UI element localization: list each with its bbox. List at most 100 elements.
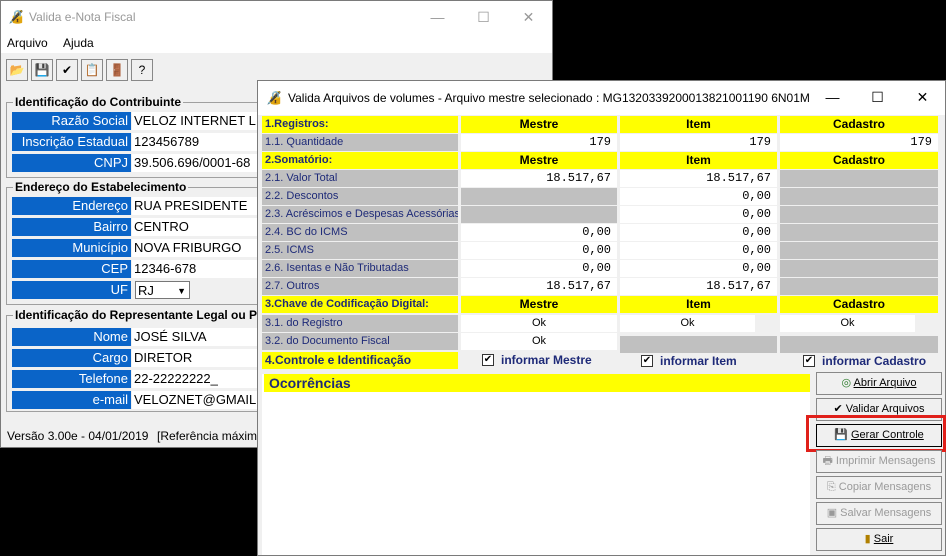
informar-cadastro-label: informar Cadastro [822,354,927,368]
sum-label: 2.6. Isentas e Não Tributadas [262,260,458,277]
imprimir-mensagens-button[interactable]: 🖶 Imprimir Mensagens [816,450,942,473]
bairro-label: Bairro [12,218,131,236]
sum-cadastro-empty [780,188,938,205]
endereco-label: Endereço [12,197,131,215]
menu-arquivo[interactable]: Arquivo [7,36,48,50]
sec2-cadastro-header: Cadastro [780,152,938,169]
nome-label: Nome [12,328,131,346]
copiar-mensagens-button[interactable]: ⎘ Copiar Mensagens [816,476,942,499]
group-label: Identificação do Representante Legal ou … [13,308,260,322]
sec2-title: 2.Somatório: [262,152,458,169]
informar-item-label: informar Item [660,354,737,368]
main-titlebar: 🔏 Valida e-Nota Fiscal — ☐ ✕ [1,1,552,33]
ie-label: Inscrição Estadual [12,133,131,151]
sum-mestre: 0,00 [461,260,617,277]
docfiscal-mestre: Ok [461,333,617,350]
sum-label: 2.4. BC do ICMS [262,224,458,241]
uf-select[interactable]: RJ ▼ [135,281,190,299]
sum-label: 2.2. Descontos [262,188,458,205]
abrir-arquivo-label: Abrir Arquivo [853,377,917,389]
qtd-item: 179 [620,134,777,151]
sum-item: 0,00 [620,188,777,205]
menubar: Arquivo Ajuda [1,33,552,53]
docfiscal-cadastro-empty [780,336,938,353]
sum-cadastro-empty [780,224,938,241]
cep-label: CEP [12,260,131,278]
registro-item: Ok [620,315,755,332]
save-icon: ▣ [826,507,838,519]
close-icon[interactable]: ✕ [506,1,551,33]
sum-cadastro-empty [780,206,938,223]
maximize-icon[interactable]: ☐ [855,81,900,113]
sum-label: 2.5. ICMS [262,242,458,259]
uf-label: UF [12,281,131,299]
sec4-title: 4.Controle e Identificação [262,352,458,369]
sum-mestre [461,206,617,223]
razao-label: Razão Social [12,112,131,130]
sum-mestre: 18.517,67 [461,278,617,295]
informar-mestre-checkbox[interactable]: ✔ [482,354,494,366]
copy-icon[interactable]: 📋 [81,59,103,81]
save-icon[interactable]: 💾 [31,59,53,81]
qtd-mestre: 179 [461,134,617,151]
dialog-title: Valida Arquivos de volumes - Arquivo mes… [288,91,810,105]
abrir-arquivo-button[interactable]: ◎ Abrir Arquivo [816,372,942,395]
menu-ajuda[interactable]: Ajuda [63,36,94,50]
sum-item: 18.517,67 [620,170,777,187]
check-icon: ✔ [833,403,843,415]
registro-label: 3.1. do Registro [262,315,458,332]
sum-label: 2.7. Outros [262,278,458,295]
group-label: Endereço do Estabelecimento [13,180,189,194]
copy-icon: ⎘ [826,481,836,493]
sair-label: Sair [873,533,894,545]
sec3-item-header: Item [620,296,777,313]
open-icon[interactable]: 📂 [6,59,28,81]
maximize-icon[interactable]: ☐ [461,1,506,33]
exit-icon[interactable]: 🚪 [106,59,128,81]
sec1-cadastro-header: Cadastro [780,116,938,133]
minimize-icon[interactable]: — [810,81,855,113]
disc-icon: ◎ [841,377,852,389]
sum-mestre: 18.517,67 [461,170,617,187]
sec1-item-header: Item [620,116,777,133]
sum-item: 0,00 [620,260,777,277]
uf-value: RJ [138,283,154,298]
sum-label: 2.1. Valor Total [262,170,458,187]
informar-cadastro-checkbox[interactable]: ✔ [803,355,815,367]
minimize-icon[interactable]: — [415,1,460,33]
registro-cadastro: Ok [780,315,915,332]
qtd-label: 1.1. Quantidade [262,134,458,151]
cnpj-label: CNPJ [12,154,131,172]
sum-item: 18.517,67 [620,278,777,295]
sum-item: 0,00 [620,242,777,259]
salvar-mensagens-button[interactable]: ▣ Salvar Mensagens [816,502,942,525]
informar-item-checkbox[interactable]: ✔ [641,355,653,367]
group-label: Identificação do Contribuinte [13,95,184,109]
validate-dialog: 🔏 Valida Arquivos de volumes - Arquivo m… [257,80,946,556]
sum-mestre [461,188,617,205]
main-title: Valida e-Nota Fiscal [29,10,136,24]
help-icon[interactable]: ? [131,59,153,81]
print-icon: 🖶 [822,455,833,467]
sec3-cadastro-header: Cadastro [780,296,938,313]
qtd-cadastro: 179 [780,134,938,151]
highlight-box [806,415,946,452]
sum-mestre: 0,00 [461,224,617,241]
registro-mestre: Ok [461,315,617,332]
ocorrencias-panel[interactable]: Ocorrências [262,374,810,555]
sec1-title: 1.Registros: [262,116,458,133]
sum-cadastro-empty [780,278,938,295]
sec2-item-header: Item [620,152,777,169]
cargo-label: Cargo [12,349,131,367]
sair-button[interactable]: ▮ Sair [816,528,942,551]
salvar-mensagens-label: Salvar Mensagens [840,507,932,519]
sum-cadastro-empty [780,170,938,187]
docfiscal-label: 3.2. do Documento Fiscal [262,333,458,350]
app-icon: 🔏 [8,9,25,24]
sum-label: 2.3. Acréscimos e Despesas Acessórias [262,206,458,223]
close-icon[interactable]: ✕ [900,81,945,113]
check-icon[interactable]: ✔ [56,59,78,81]
chevron-down-icon: ▼ [177,286,186,296]
version-text: Versão 3.00e - 04/01/2019 [7,429,149,443]
sec1-mestre-header: Mestre [461,116,617,133]
